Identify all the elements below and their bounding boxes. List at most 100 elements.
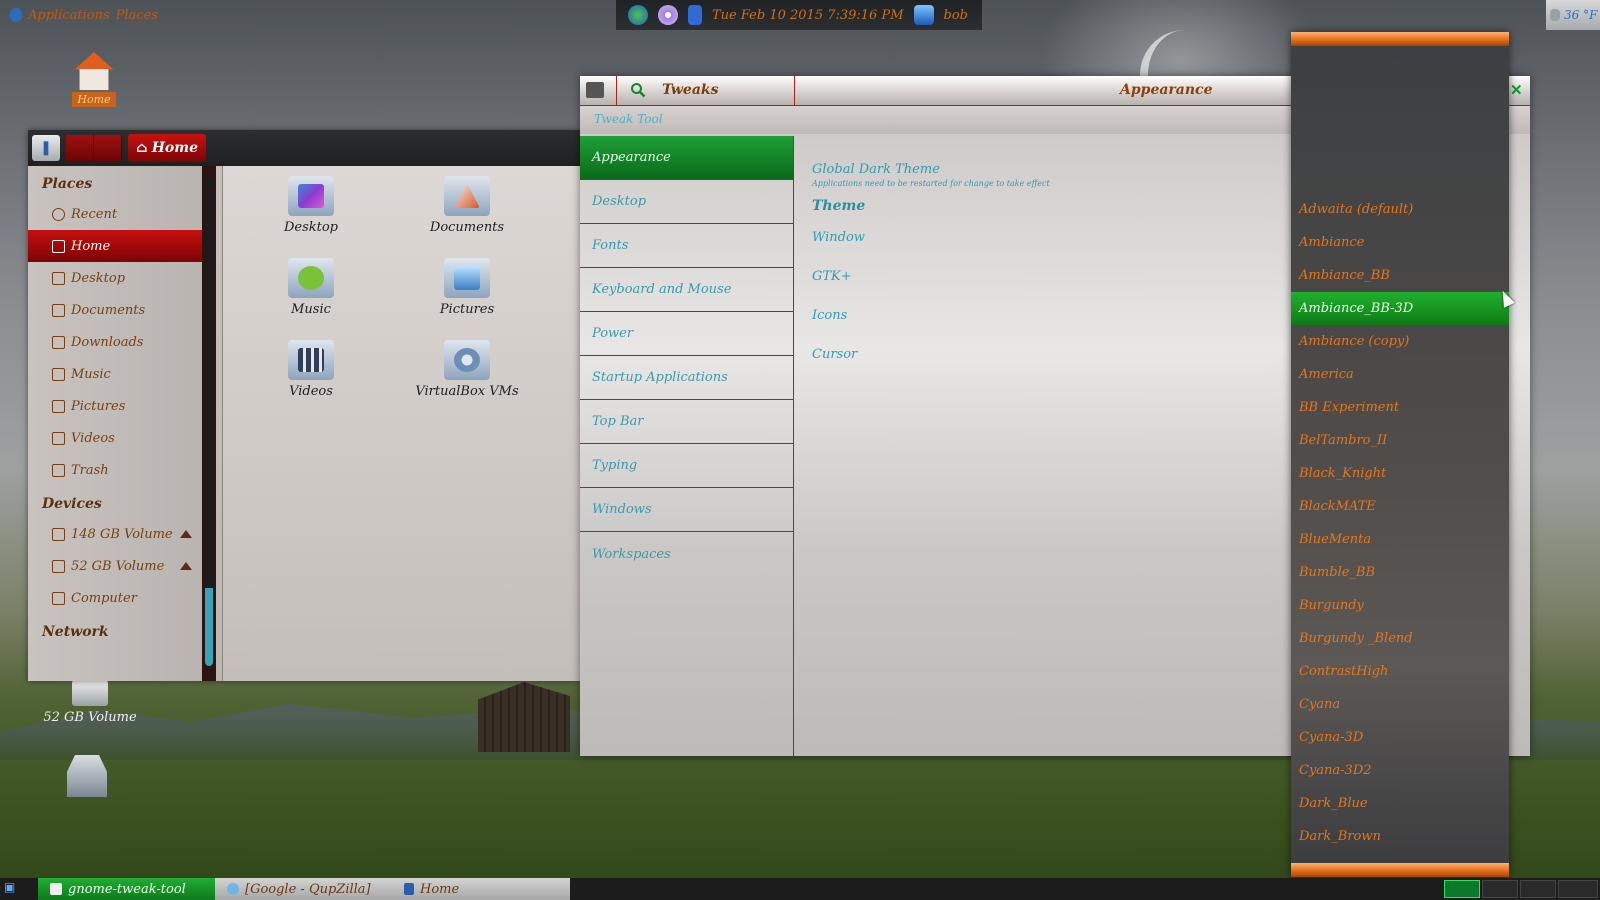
close-icon[interactable]: ✕ <box>1510 81 1523 99</box>
sidebar-item-desktop[interactable]: Desktop <box>28 262 202 294</box>
task-qupzilla[interactable]: [Google - QupZilla] <box>215 878 392 900</box>
category-top-bar[interactable]: Top Bar <box>580 400 793 444</box>
sidebar-item-computer[interactable]: Computer <box>28 582 202 614</box>
show-desktop-icon[interactable]: ▣ <box>4 880 26 898</box>
sidebar-item-recent[interactable]: Recent <box>28 198 202 230</box>
window-menu-icon[interactable] <box>586 82 604 98</box>
virtualbox-folder-icon <box>444 340 490 380</box>
theme-option[interactable]: Black_Knight <box>1291 457 1509 490</box>
sidebar-item-music[interactable]: Music <box>28 358 202 390</box>
back-button[interactable] <box>66 135 94 161</box>
task-gnome-tweak-tool[interactable]: gnome-tweak-tool <box>38 878 215 900</box>
theme-option[interactable]: BB Experiment <box>1291 391 1509 424</box>
category-power[interactable]: Power <box>580 312 793 356</box>
theme-option[interactable]: BelTambro_II <box>1291 424 1509 457</box>
clock-icon <box>52 207 65 221</box>
sidebar-item-pictures[interactable]: Pictures <box>28 390 202 422</box>
qupzilla-app-icon <box>227 883 239 895</box>
workspace-3[interactable] <box>1520 880 1556 898</box>
theme-option[interactable]: Bumble_BB <box>1291 556 1509 589</box>
category-desktop[interactable]: Desktop <box>580 180 793 224</box>
music-note-icon[interactable] <box>688 5 702 25</box>
applications-menu[interactable]: Applications <box>28 8 110 23</box>
file-item-desktop[interactable]: Desktop <box>251 176 371 235</box>
sidebar-scrollbar[interactable] <box>202 166 216 681</box>
category-windows[interactable]: Windows <box>580 488 793 532</box>
category-fonts[interactable]: Fonts <box>580 224 793 268</box>
clock[interactable]: Tue Feb 10 2015 7:39:16 PM <box>712 8 904 23</box>
theme-option[interactable]: ContrastHigh <box>1291 655 1509 688</box>
eject-icon[interactable] <box>180 530 192 538</box>
menu-button[interactable]: ❚ <box>32 135 60 161</box>
task-label: Home <box>420 881 460 897</box>
file-item-music[interactable]: Music <box>251 258 371 317</box>
monitor-icon[interactable] <box>913 5 934 25</box>
theme-option[interactable]: Dark_Blue <box>1291 787 1509 820</box>
sidebar-item-trash[interactable]: Trash <box>28 454 202 486</box>
file-item-documents[interactable]: Documents <box>407 176 527 235</box>
app-icon: ❚ <box>40 140 52 156</box>
theme-option[interactable]: Ambiance_BB <box>1291 259 1509 292</box>
header-divider <box>616 76 617 106</box>
forward-button[interactable] <box>94 135 122 161</box>
search-icon[interactable] <box>630 82 646 98</box>
workspace-2[interactable] <box>1482 880 1518 898</box>
theme-option[interactable]: Dark_Brown <box>1291 820 1509 853</box>
theme-option[interactable]: Burgundy _Blend <box>1291 622 1509 655</box>
theme-option[interactable]: Cyana-3D <box>1291 721 1509 754</box>
scrollbar-thumb[interactable] <box>205 178 213 666</box>
globe-icon[interactable] <box>628 5 648 25</box>
disc-icon[interactable] <box>658 5 678 25</box>
gnome-foot-icon[interactable] <box>10 8 22 22</box>
workspace-4[interactable] <box>1558 880 1598 898</box>
folder-emblem <box>298 184 324 208</box>
sidebar-item-label: 148 GB Volume <box>71 526 173 542</box>
appearance-settings: Global Dark Theme Applications need to b… <box>812 162 1050 362</box>
theme-option[interactable]: Ambiance (copy) <box>1291 325 1509 358</box>
desktop-drive-icon[interactable]: 52 GB Volume <box>40 680 140 725</box>
sidebar-item-148gb-volume[interactable]: 148 GB Volume <box>28 518 202 550</box>
temperature[interactable]: 36 °F <box>1564 8 1597 22</box>
path-home-button[interactable]: ⌂ Home <box>128 134 206 162</box>
file-item-pictures[interactable]: Pictures <box>407 258 527 317</box>
task-label: [Google - QupZilla] <box>245 881 371 897</box>
theme-option[interactable]: Adwaita (default) <box>1291 193 1509 226</box>
category-workspaces[interactable]: Workspaces <box>580 532 793 576</box>
file-item-virtualbox-vms[interactable]: VirtualBox VMs <box>407 340 527 399</box>
sidebar-item-label: Music <box>71 366 111 382</box>
weather-icon[interactable] <box>1550 9 1560 21</box>
category-typing[interactable]: Typing <box>580 444 793 488</box>
file-item-videos[interactable]: Videos <box>251 340 371 399</box>
category-appearance[interactable]: Appearance <box>580 136 793 180</box>
theme-option[interactable]: America <box>1291 358 1509 391</box>
task-home[interactable]: Home <box>392 878 570 900</box>
theme-option[interactable]: Ambiance <box>1291 226 1509 259</box>
theme-option[interactable]: BlueMenta <box>1291 523 1509 556</box>
tweaks-title: Tweaks <box>662 82 719 98</box>
sidebar-item-label: Pictures <box>71 398 126 414</box>
sidebar-item-label: 52 GB Volume <box>71 558 165 574</box>
category-startup-applications[interactable]: Startup Applications <box>580 356 793 400</box>
sidebar-item-documents[interactable]: Documents <box>28 294 202 326</box>
gtk-theme-label: GTK+ <box>812 269 852 284</box>
theme-option[interactable]: Cyana <box>1291 688 1509 721</box>
header-divider <box>794 76 795 106</box>
theme-option[interactable]: BlackMATE <box>1291 490 1509 523</box>
sidebar-item-videos[interactable]: Videos <box>28 422 202 454</box>
theme-option[interactable]: Burgundy <box>1291 589 1509 622</box>
desktop-usb-icon[interactable] <box>62 755 112 797</box>
workspace-1[interactable] <box>1444 880 1480 898</box>
theme-dropdown: Adwaita (default) Ambiance Ambiance_BB A… <box>1291 32 1509 877</box>
desktop-home-icon[interactable]: Home <box>64 52 124 107</box>
places-menu[interactable]: Places <box>116 8 158 23</box>
sidebar-item-downloads[interactable]: Downloads <box>28 326 202 358</box>
theme-option-selected[interactable]: Ambiance_BB-3D <box>1291 292 1509 325</box>
folder-emblem <box>454 266 480 290</box>
sidebar-item-52gb-volume[interactable]: 52 GB Volume <box>28 550 202 582</box>
user-menu[interactable]: bob <box>944 8 968 23</box>
category-keyboard-and-mouse[interactable]: Keyboard and Mouse <box>580 268 793 312</box>
theme-option[interactable]: Cyana-3D2 <box>1291 754 1509 787</box>
sidebar-item-home[interactable]: Home <box>28 230 202 262</box>
eject-icon[interactable] <box>180 562 192 570</box>
sidebar: Places Recent Home Desktop Documents Dow… <box>28 166 202 681</box>
